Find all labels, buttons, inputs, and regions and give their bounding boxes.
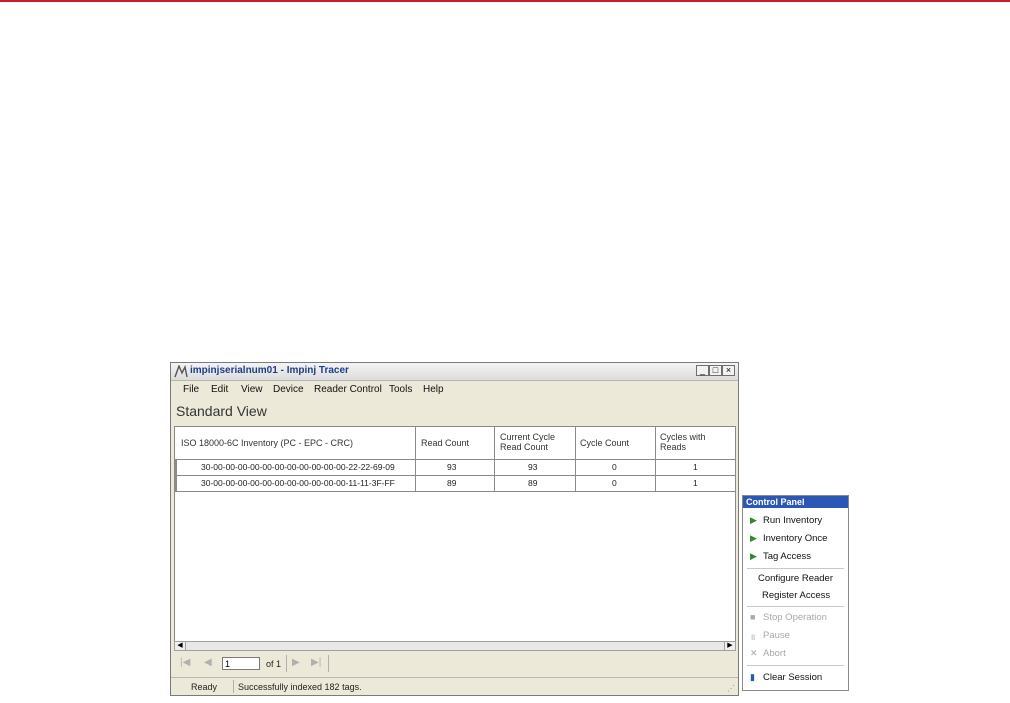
page-number-input[interactable] — [222, 657, 260, 670]
window-title: impinjserialnum01 - Impinj Tracer — [190, 365, 349, 376]
cell-epc: 30-00-00-00-00-00-00-00-00-00-00-00-22-2… — [201, 462, 395, 472]
cell-read-count: 89 — [447, 478, 457, 488]
cell-cycles-with-reads: 1 — [693, 478, 698, 488]
menu-tools[interactable]: Tools — [389, 384, 412, 395]
view-title: Standard View — [176, 403, 267, 419]
pause-icon: ॥ — [750, 632, 756, 642]
maximize-button[interactable]: □ — [709, 365, 722, 376]
clear-session-button[interactable]: ▮ Clear Session — [743, 670, 848, 686]
stop-icon: ■ — [750, 612, 756, 622]
pager-separator — [328, 655, 329, 672]
pager-separator — [286, 655, 287, 672]
pause-button[interactable]: ॥ Pause — [743, 628, 848, 644]
pager-bar: |◀ ◀ of 1 ▶ ▶| — [174, 654, 736, 674]
scroll-right-icon[interactable]: ▶ — [724, 642, 735, 650]
table-row[interactable]: 30-00-00-00-00-00-00-00-00-00-00-00-22-2… — [175, 459, 735, 476]
menu-divider — [747, 665, 844, 666]
menu-help[interactable]: Help — [423, 384, 444, 395]
close-button[interactable]: × — [722, 365, 735, 376]
minimize-button[interactable]: _ — [696, 365, 709, 376]
first-page-icon[interactable]: |◀ — [180, 657, 190, 668]
title-bar[interactable]: impinjserialnum01 - Impinj Tracer _ □ × — [171, 363, 738, 381]
register-access-button[interactable]: Register Access — [743, 588, 848, 604]
scroll-left-icon[interactable]: ◀ — [175, 642, 186, 650]
run-inventory-button[interactable]: ▶ Run Inventory — [743, 513, 848, 529]
play-icon: ▶ — [750, 515, 757, 525]
cell-cycles-with-reads: 1 — [693, 462, 698, 472]
last-page-icon[interactable]: ▶| — [311, 657, 321, 668]
control-panel-title: Control Panel — [743, 496, 848, 508]
header-cycle-count[interactable]: Cycle Count — [580, 438, 629, 448]
menu-bar: File Edit View Device Reader Control Too… — [171, 382, 738, 398]
top-divider-line — [0, 0, 1010, 2]
next-page-icon[interactable]: ▶ — [292, 657, 300, 668]
resize-grip-icon[interactable]: ⋰ — [727, 684, 735, 693]
menu-reader-control[interactable]: Reader Control — [314, 384, 382, 395]
inventory-once-button[interactable]: ▶ Inventory Once — [743, 531, 848, 547]
control-panel: Control Panel ▶ Run Inventory ▶ Inventor… — [742, 495, 849, 691]
cell-current-cycle: 89 — [528, 478, 538, 488]
grid-header: ISO 18000-6C Inventory (PC - EPC - CRC) … — [175, 427, 735, 460]
menu-divider — [747, 606, 844, 607]
status-message: Successfully indexed 182 tags. — [238, 682, 362, 692]
header-epc[interactable]: ISO 18000-6C Inventory (PC - EPC - CRC) — [181, 438, 353, 448]
table-row[interactable]: 30-00-00-00-00-00-00-00-00-00-00-00-11-1… — [175, 475, 735, 492]
status-bar: Ready Successfully indexed 182 tags. ⋰ — [171, 677, 738, 696]
header-cycles-with-reads[interactable]: Cycles with Reads — [660, 432, 715, 452]
play-icon: ▶ — [750, 533, 757, 543]
configure-reader-button[interactable]: Configure Reader — [743, 571, 848, 587]
header-current-cycle-read-count[interactable]: Current Cycle Read Count — [500, 432, 560, 452]
status-ready: Ready — [191, 682, 218, 692]
prev-page-icon[interactable]: ◀ — [204, 657, 212, 668]
cell-cycle-count: 0 — [612, 478, 617, 488]
tag-access-button[interactable]: ▶ Tag Access — [743, 549, 848, 565]
cell-cycle-count: 0 — [612, 462, 617, 472]
menu-view[interactable]: View — [241, 384, 263, 395]
inventory-grid: ISO 18000-6C Inventory (PC - EPC - CRC) … — [174, 426, 736, 649]
clear-session-icon: ▮ — [750, 672, 755, 682]
page-count-label: of 1 — [266, 659, 282, 669]
header-read-count[interactable]: Read Count — [421, 438, 469, 448]
status-separator — [233, 680, 234, 693]
play-icon: ▶ — [750, 551, 757, 561]
menu-file[interactable]: File — [183, 384, 199, 395]
stop-operation-button[interactable]: ■ Stop Operation — [743, 610, 848, 626]
cell-read-count: 93 — [447, 462, 457, 472]
cell-current-cycle: 93 — [528, 462, 538, 472]
tracer-window: impinjserialnum01 - Impinj Tracer _ □ × … — [170, 362, 739, 696]
menu-device[interactable]: Device — [273, 384, 304, 395]
menu-divider — [747, 568, 844, 569]
abort-x-icon: ✕ — [750, 648, 758, 658]
cell-epc: 30-00-00-00-00-00-00-00-00-00-00-00-11-1… — [201, 478, 395, 488]
abort-button[interactable]: ✕ Abort — [743, 646, 848, 662]
app-logo-icon — [174, 365, 188, 378]
horizontal-scrollbar[interactable]: ◀ ▶ — [174, 641, 736, 651]
menu-edit[interactable]: Edit — [211, 384, 228, 395]
